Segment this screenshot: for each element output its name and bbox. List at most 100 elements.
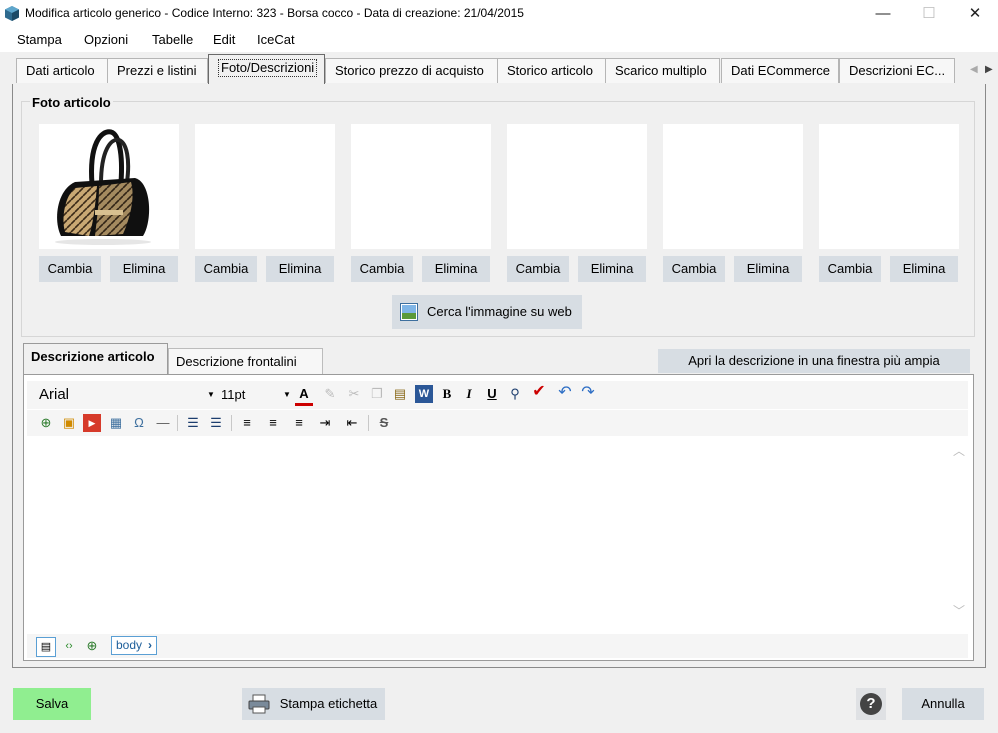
change-photo-4-button[interactable]: Cambia [507, 256, 569, 282]
font-family-select[interactable]: Arial ▼ [39, 386, 215, 403]
tab-storico-articolo[interactable]: Storico articolo [497, 58, 607, 83]
html-breadcrumb[interactable]: body › [111, 636, 157, 655]
bold-icon[interactable]: B [438, 385, 456, 403]
italic-icon[interactable]: I [460, 385, 478, 403]
maximize-button[interactable]: ☐ [906, 0, 952, 28]
paste-word-icon[interactable]: W [415, 385, 433, 403]
tab-storico-prezzo-acquisto[interactable]: Storico prezzo di acquisto [325, 58, 506, 83]
photo-group-title: Foto articolo [30, 95, 113, 110]
cut-icon[interactable]: ✂ [345, 385, 363, 403]
photo-slot-4[interactable] [507, 124, 647, 249]
open-wider-description-button[interactable]: Apri la descrizione in una finestra più … [658, 349, 970, 373]
align-left-icon[interactable]: ≡ [238, 414, 256, 432]
editor-scrollbar[interactable]: ︿ ﹀ [950, 442, 967, 628]
menu-opzioni[interactable]: Opzioni [84, 32, 128, 47]
tab-label: Scarico multiplo [615, 63, 707, 78]
menu-bar: Stampa Opzioni Tabelle Edit IceCat [0, 28, 998, 52]
undo-icon[interactable]: ↶ [556, 384, 574, 402]
tab-label: Dati articolo [26, 63, 95, 78]
paste-icon[interactable]: ▤ [391, 385, 409, 403]
photo-slot-6[interactable] [819, 124, 959, 249]
photo-slot-3[interactable] [351, 124, 491, 249]
chevron-right-icon[interactable]: ▶ [985, 64, 993, 75]
tab-label: Prezzi e listini [117, 63, 197, 78]
tab-label: Dati ECommerce [731, 63, 830, 78]
find-binoculars-icon[interactable]: ⚲ [506, 385, 524, 403]
toolbar-separator [231, 415, 232, 431]
tab-prezzi-listini[interactable]: Prezzi e listini [107, 58, 208, 83]
redo-icon[interactable]: ↷ [579, 384, 597, 402]
highlight-icon[interactable]: ✎ [321, 385, 339, 403]
font-size-value: 11pt [221, 387, 246, 402]
bullet-list-icon[interactable]: ☰ [207, 414, 225, 432]
menu-edit[interactable]: Edit [213, 32, 235, 47]
toolbar-separator [368, 415, 369, 431]
change-photo-1-button[interactable]: Cambia [39, 256, 101, 282]
chevron-right-icon: › [148, 638, 152, 652]
font-size-select[interactable]: 11pt ▼ [221, 387, 291, 402]
menu-stampa[interactable]: Stampa [17, 32, 62, 47]
print-label-button[interactable]: Stampa etichetta [242, 688, 385, 720]
change-photo-3-button[interactable]: Cambia [351, 256, 413, 282]
numbered-list-icon[interactable]: ☰ [184, 414, 202, 432]
spellcheck-icon[interactable]: ✔ [530, 383, 548, 401]
insert-video-icon[interactable]: ▶ [83, 414, 101, 432]
description-text-area[interactable] [27, 438, 968, 633]
align-right-icon[interactable]: ≡ [290, 414, 308, 432]
underline-icon[interactable]: U [483, 385, 501, 403]
link-globe-icon[interactable]: ⊕ [37, 414, 55, 432]
tab-dati-articolo[interactable]: Dati articolo [16, 58, 109, 83]
tab-dati-ecommerce[interactable]: Dati ECommerce [721, 58, 839, 83]
subtab-descrizione-articolo[interactable]: Descrizione articolo [23, 343, 168, 374]
insert-image-icon[interactable]: ▣ [60, 414, 78, 432]
help-button[interactable]: ? [856, 688, 886, 720]
picture-icon [400, 303, 418, 321]
subtab-descrizione-frontalini[interactable]: Descrizione frontalini [168, 348, 323, 374]
tab-descrizioni-ecommerce[interactable]: Descrizioni EC... [839, 58, 955, 83]
photo-slot-2[interactable] [195, 124, 335, 249]
delete-photo-4-button[interactable]: Elimina [578, 256, 646, 282]
tab-foto-descrizioni[interactable]: Foto/Descrizioni [208, 54, 325, 84]
design-view-icon[interactable]: ▤ [36, 637, 56, 657]
horizontal-rule-icon[interactable]: — [154, 414, 172, 432]
delete-photo-6-button[interactable]: Elimina [890, 256, 958, 282]
special-char-icon[interactable]: Ω [130, 414, 148, 432]
tab-scarico-multiplo[interactable]: Scarico multiplo [605, 58, 720, 83]
chevron-left-icon[interactable]: ◀ [970, 64, 978, 75]
tab-scroll-arrows: ◀ ▶ [967, 58, 998, 83]
save-button[interactable]: Salva [13, 688, 91, 720]
align-center-icon[interactable]: ≡ [264, 414, 282, 432]
window-title: Modifica articolo generico - Codice Inte… [25, 6, 524, 20]
change-photo-6-button[interactable]: Cambia [819, 256, 881, 282]
delete-photo-5-button[interactable]: Elimina [734, 256, 802, 282]
copy-icon[interactable]: ❐ [368, 385, 386, 403]
chevron-down-icon: ▼ [283, 390, 291, 399]
html-view-icon[interactable]: ‹› [60, 637, 78, 655]
strikethrough-icon[interactable]: S [375, 414, 393, 432]
chevron-up-icon[interactable]: ︿ [953, 442, 965, 459]
tab-label: Storico prezzo di acquisto [335, 63, 484, 78]
tab-label: Descrizioni EC... [849, 63, 946, 78]
close-button[interactable]: ✕ [952, 0, 998, 28]
outdent-icon[interactable]: ⇤ [343, 414, 361, 432]
photo-slot-5[interactable] [663, 124, 803, 249]
photo-slot-1[interactable] [39, 124, 179, 249]
subtab-label: Descrizione articolo [31, 349, 155, 364]
delete-photo-3-button[interactable]: Elimina [422, 256, 490, 282]
minimize-button[interactable]: — [860, 0, 906, 28]
menu-icecat[interactable]: IceCat [257, 32, 295, 47]
menu-tabelle[interactable]: Tabelle [152, 32, 193, 47]
chevron-down-icon[interactable]: ﹀ [953, 602, 965, 619]
help-icon: ? [860, 693, 882, 715]
cancel-button[interactable]: Annulla [902, 688, 984, 720]
search-image-web-button[interactable]: Cerca l'immagine su web [392, 295, 582, 329]
change-photo-5-button[interactable]: Cambia [663, 256, 725, 282]
delete-photo-2-button[interactable]: Elimina [266, 256, 334, 282]
font-color-icon[interactable]: A [295, 385, 313, 406]
app-icon [5, 6, 19, 21]
indent-icon[interactable]: ⇥ [316, 414, 334, 432]
change-photo-2-button[interactable]: Cambia [195, 256, 257, 282]
delete-photo-1-button[interactable]: Elimina [110, 256, 178, 282]
preview-globe-icon[interactable]: ⊕ [83, 637, 101, 655]
insert-table-icon[interactable]: ▦ [107, 414, 125, 432]
